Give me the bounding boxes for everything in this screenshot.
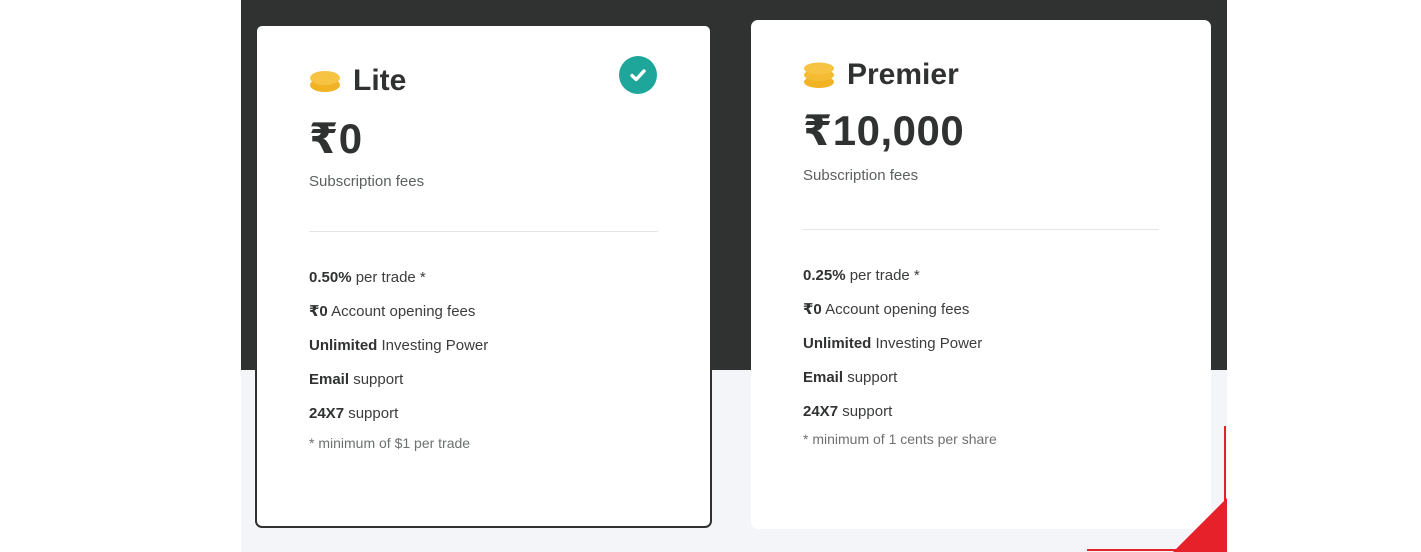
- plan-name: Lite: [353, 64, 407, 97]
- feature-item: ₹0 Account opening fees: [803, 301, 970, 318]
- feature-list: 0.50% per trade * ₹0 Account opening fee…: [309, 267, 488, 437]
- feature-item: Unlimited Investing Power: [309, 337, 489, 354]
- selected-check-icon: [619, 56, 657, 94]
- feature-item: Email support: [309, 371, 404, 388]
- feature-item: Email support: [803, 369, 898, 386]
- divider: [803, 229, 1159, 230]
- plan-footnote: * minimum of 1 cents per share: [803, 431, 997, 447]
- feature-item: 0.25% per trade *: [803, 267, 920, 284]
- red-corner-decoration: [1087, 426, 1227, 552]
- plan-header: Premier: [803, 58, 959, 92]
- feature-item: 24X7 support: [309, 405, 399, 422]
- plan-card-lite[interactable]: Lite ₹0 Subscription fees 0.50% per trad…: [255, 24, 712, 528]
- plan-price: ₹10,000: [803, 107, 965, 154]
- plan-subtitle: Subscription fees: [309, 173, 425, 190]
- divider: [309, 231, 658, 232]
- plan-name: Premier: [847, 58, 959, 91]
- plan-price: ₹0: [309, 115, 363, 162]
- plan-header: Lite: [309, 64, 406, 98]
- coin-stack-icon: [310, 71, 340, 92]
- feature-item: Unlimited Investing Power: [803, 335, 983, 352]
- feature-item: 0.50% per trade *: [309, 269, 426, 286]
- feature-item: ₹0 Account opening fees: [309, 303, 476, 320]
- coin-stack-icon: [804, 62, 834, 88]
- plan-footnote: * minimum of $1 per trade: [309, 435, 471, 451]
- feature-item: 24X7 support: [803, 403, 893, 420]
- feature-list: 0.25% per trade * ₹0 Account opening fee…: [803, 265, 982, 435]
- plan-subtitle: Subscription fees: [803, 167, 919, 184]
